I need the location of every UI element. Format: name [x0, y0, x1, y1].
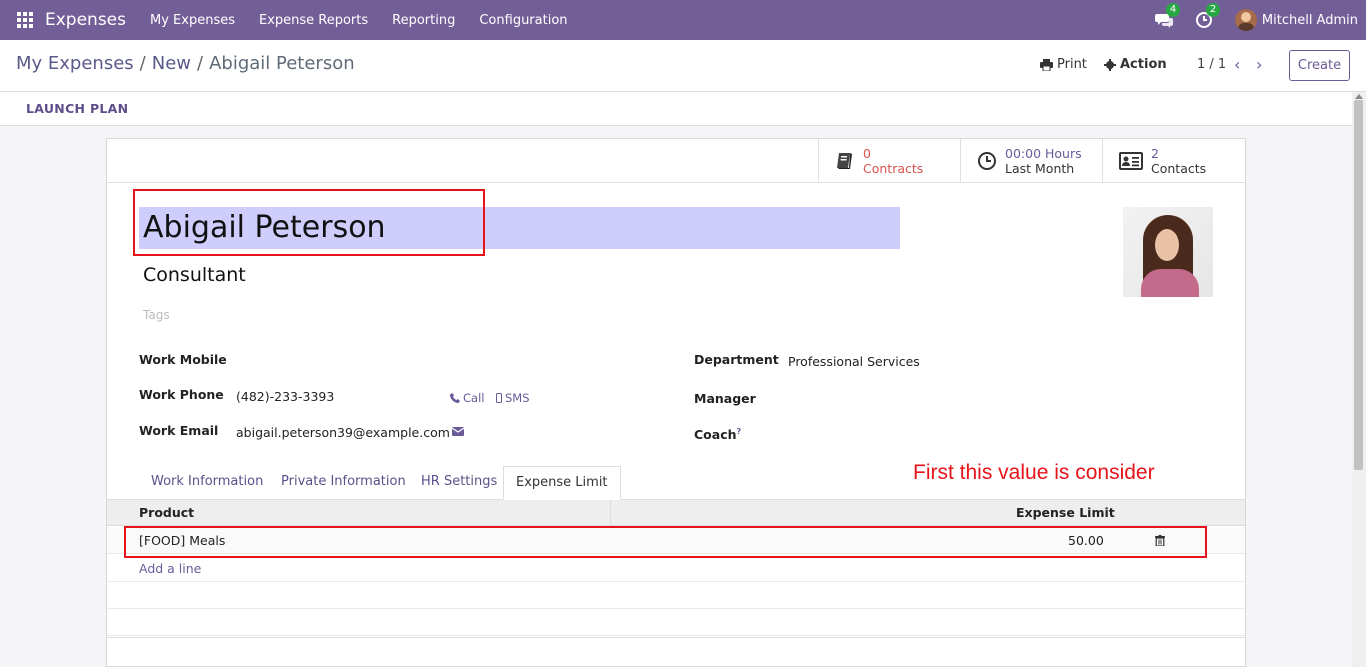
messages-badge: 4: [1165, 3, 1181, 17]
breadcrumb-new[interactable]: New: [152, 53, 191, 74]
launch-plan-button[interactable]: LAUNCH PLAN: [26, 101, 128, 116]
apps-menu-icon[interactable]: [17, 12, 33, 28]
call-label: Call: [463, 391, 485, 405]
department-label: Department: [694, 352, 779, 367]
print-icon: [1040, 58, 1053, 71]
department-field[interactable]: Professional Services: [788, 354, 920, 369]
scrollbar[interactable]: [1352, 92, 1366, 667]
pager-value[interactable]: 1 / 1: [1197, 57, 1226, 72]
envelope-icon: [452, 427, 464, 436]
print-button[interactable]: Print: [1040, 57, 1087, 72]
app-brand[interactable]: Expenses: [45, 10, 126, 30]
hours-value: 00:00 Hours: [1005, 146, 1082, 161]
sms-label: SMS: [505, 391, 530, 405]
annotation-text: First this value is consider: [913, 461, 1155, 484]
control-panel: My Expenses / New / Abigail Peterson Print A…: [0, 40, 1366, 92]
add-a-line-link[interactable]: Add a line: [139, 561, 201, 576]
clock-icon: [978, 152, 996, 170]
action-label: Action: [1120, 57, 1167, 72]
send-email-button[interactable]: [452, 427, 464, 436]
breadcrumb-my-expenses[interactable]: My Expenses: [16, 53, 134, 74]
coach-label: Coach?: [694, 427, 742, 443]
id-card-icon: [1119, 152, 1143, 170]
breadcrumb-separator: /: [139, 53, 146, 74]
manager-label: Manager: [694, 391, 756, 406]
breadcrumb: My Expenses / New / Abigail Peterson: [16, 53, 355, 74]
work-phone-label: Work Phone: [139, 387, 224, 402]
employee-photo[interactable]: [1123, 207, 1213, 297]
call-button[interactable]: Call: [450, 391, 484, 405]
coach-help-icon[interactable]: ?: [737, 427, 742, 436]
messages-button[interactable]: 4: [1154, 3, 1181, 29]
menu-expense-reports[interactable]: Expense Reports: [259, 13, 368, 28]
user-menu[interactable]: Mitchell Admin: [1262, 13, 1358, 28]
phone-icon: [450, 393, 460, 403]
activities-badge: 2: [1205, 3, 1221, 17]
add-line-row: Add a line: [107, 555, 1245, 582]
top-navbar: Expenses My Expenses Expense Reports Rep…: [0, 0, 1366, 40]
tab-work-information[interactable]: Work Information: [151, 474, 263, 489]
work-phone-field[interactable]: (482)-233-3393: [236, 389, 334, 404]
tags-input[interactable]: Tags: [143, 308, 170, 322]
expense-limit-table-header: Product Expense Limit: [107, 500, 1245, 526]
annotation-box-name: [133, 189, 485, 256]
employee-form-sheet: 0 Contracts 00:00 Hours Last Month 2 Con…: [106, 138, 1246, 667]
job-title-field[interactable]: Consultant: [143, 264, 246, 286]
scroll-up-icon[interactable]: [1355, 94, 1363, 99]
menu-my-expenses[interactable]: My Expenses: [150, 13, 235, 28]
work-email-label: Work Email: [139, 423, 219, 438]
contacts-label: Contacts: [1151, 161, 1207, 176]
contracts-count: 0: [863, 146, 871, 161]
hours-label: Last Month: [1005, 161, 1075, 176]
pager-previous-icon[interactable]: ‹: [1234, 55, 1240, 74]
tab-private-information[interactable]: Private Information: [281, 474, 406, 489]
menu-configuration[interactable]: Configuration: [479, 13, 567, 28]
systray: 4 2 Mitchell Admin: [1154, 0, 1366, 40]
work-mobile-label: Work Mobile: [139, 352, 227, 367]
contacts-smart-button[interactable]: 2 Contacts: [1102, 139, 1245, 183]
menu-reporting[interactable]: Reporting: [392, 13, 455, 28]
table-footer: [107, 637, 1245, 638]
contracts-label: Contracts: [863, 161, 924, 176]
print-label: Print: [1057, 57, 1087, 72]
work-email-field[interactable]: abigail.peterson39@example.com: [236, 425, 450, 440]
tab-hr-settings[interactable]: HR Settings: [421, 474, 497, 489]
status-bar: LAUNCH PLAN: [0, 92, 1352, 126]
tab-expense-limit[interactable]: Expense Limit: [503, 466, 621, 500]
column-expense-limit[interactable]: Expense Limit: [1016, 505, 1115, 520]
action-button[interactable]: Action: [1104, 57, 1167, 72]
breadcrumb-separator: /: [197, 53, 204, 74]
user-avatar[interactable]: [1234, 9, 1257, 31]
empty-row: [107, 609, 1245, 636]
book-icon: [837, 153, 852, 169]
smart-buttons: 0 Contracts 00:00 Hours Last Month 2 Con…: [107, 139, 1245, 183]
annotation-box-row: [124, 526, 1207, 558]
sms-button[interactable]: SMS: [496, 391, 530, 405]
contracts-smart-button[interactable]: 0 Contracts: [818, 139, 960, 183]
empty-row: [107, 582, 1245, 609]
breadcrumb-current: Abigail Peterson: [209, 53, 355, 74]
scrollbar-thumb[interactable]: [1354, 100, 1363, 470]
create-button[interactable]: Create: [1289, 50, 1350, 81]
gear-icon: [1104, 58, 1116, 71]
column-divider: [610, 500, 611, 526]
hours-smart-button[interactable]: 00:00 Hours Last Month: [960, 139, 1102, 183]
activities-button[interactable]: 2: [1195, 3, 1221, 29]
pager-next-icon[interactable]: ›: [1256, 55, 1262, 74]
mobile-icon: [496, 393, 502, 403]
main-menu: My Expenses Expense Reports Reporting Co…: [150, 13, 592, 28]
column-product[interactable]: Product: [139, 505, 194, 520]
contacts-count: 2: [1151, 146, 1159, 161]
